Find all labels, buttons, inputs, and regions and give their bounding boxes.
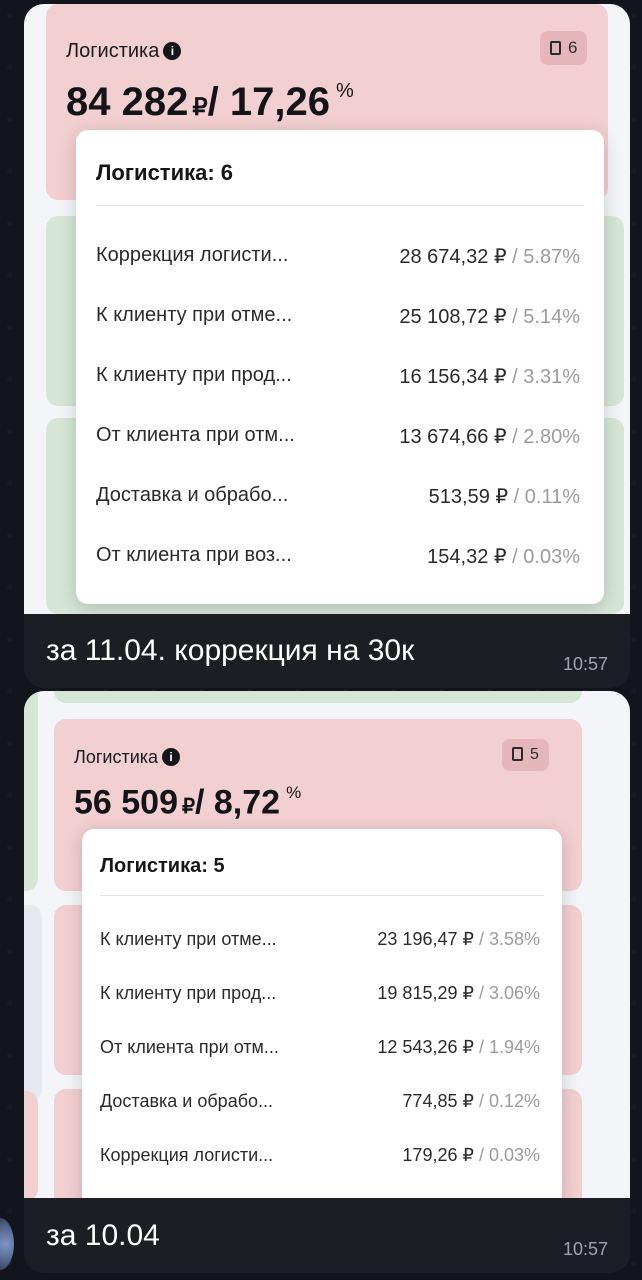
document-icon bbox=[512, 747, 523, 761]
document-icon bbox=[550, 41, 561, 55]
logistics-total: 56 509 ₽/ 8,72% bbox=[74, 783, 302, 822]
message-time: 10:57 bbox=[562, 654, 608, 674]
items-count-badge: 6 bbox=[540, 31, 588, 65]
info-icon: i bbox=[163, 42, 182, 60]
breakdown-row: К клиенту при отме... 25 108,72 ₽ / 5.14% bbox=[96, 304, 580, 328]
message-caption: за 10.04 bbox=[46, 1219, 160, 1252]
breakdown-row: К клиенту при прод... 19 815,29 ₽ / 3.06% bbox=[100, 983, 540, 1003]
breakdown-row: К клиенту при отме... 23 196,47 ₽ / 3.58% bbox=[100, 929, 540, 949]
popup-divider bbox=[100, 895, 544, 896]
popup-divider bbox=[96, 205, 584, 206]
breakdown-row: К клиенту при прод... 16 156,34 ₽ / 3.31% bbox=[96, 364, 580, 388]
breakdown-row: Коррекция логисти... 28 674,32 ₽ / 5.87% bbox=[96, 244, 580, 268]
card-title: Логистика i bbox=[66, 40, 182, 63]
breakdown-row: От клиента при отм... 13 674,66 ₽ / 2.80% bbox=[96, 424, 580, 448]
card-title: Логистика i bbox=[74, 747, 181, 768]
breakdown-row: Доставка и обрабо... 513,59 ₽ / 0.11% bbox=[96, 484, 580, 508]
breakdown-row: Коррекция логисти... 179,26 ₽ / 0.03% bbox=[100, 1145, 540, 1165]
logistics-breakdown-popup: Логистика: 6 Коррекция логисти... 28 674,… bbox=[76, 130, 604, 604]
info-icon: i bbox=[162, 748, 181, 766]
popup-title: Логистика: 5 bbox=[100, 855, 225, 877]
metric-card-top bbox=[54, 691, 582, 703]
logistics-total: 84 282 ₽/ 17,26% bbox=[66, 80, 354, 124]
items-count-badge: 5 bbox=[502, 739, 549, 771]
popup-title: Логистика: 6 bbox=[96, 160, 234, 185]
message-bubble-2[interactable]: Логистика i 5 56 509 ₽/ 8,72% Логистика: 5… bbox=[24, 691, 630, 1273]
message-time: 10:57 bbox=[562, 1239, 608, 1259]
breakdown-row: Доставка и обрабо... 774,85 ₽ / 0.12% bbox=[100, 1091, 540, 1111]
metric-card-edge bbox=[24, 905, 42, 1101]
breakdown-row: От клиента при воз... 154,32 ₽ / 0.03% bbox=[96, 544, 580, 568]
message-1-screenshot[interactable]: Логистика i 6 84 282 ₽/ 17,26% Логистика: … bbox=[24, 4, 630, 614]
message-caption: за 11.04. коррекция на 30к bbox=[46, 634, 415, 667]
message-2-screenshot[interactable]: Логистика i 5 56 509 ₽/ 8,72% Логистика: 5… bbox=[24, 691, 630, 1198]
metric-card-edge bbox=[24, 1091, 38, 1198]
logistics-breakdown-popup: Логистика: 5 К клиенту при отме... 23 196… bbox=[82, 829, 562, 1198]
breakdown-row: От клиента при отм... 12 543,26 ₽ / 1.94% bbox=[100, 1037, 540, 1057]
message-bubble-1[interactable]: Логистика i 6 84 282 ₽/ 17,26% Логистика: … bbox=[24, 4, 630, 688]
metric-card-edge bbox=[24, 691, 38, 891]
